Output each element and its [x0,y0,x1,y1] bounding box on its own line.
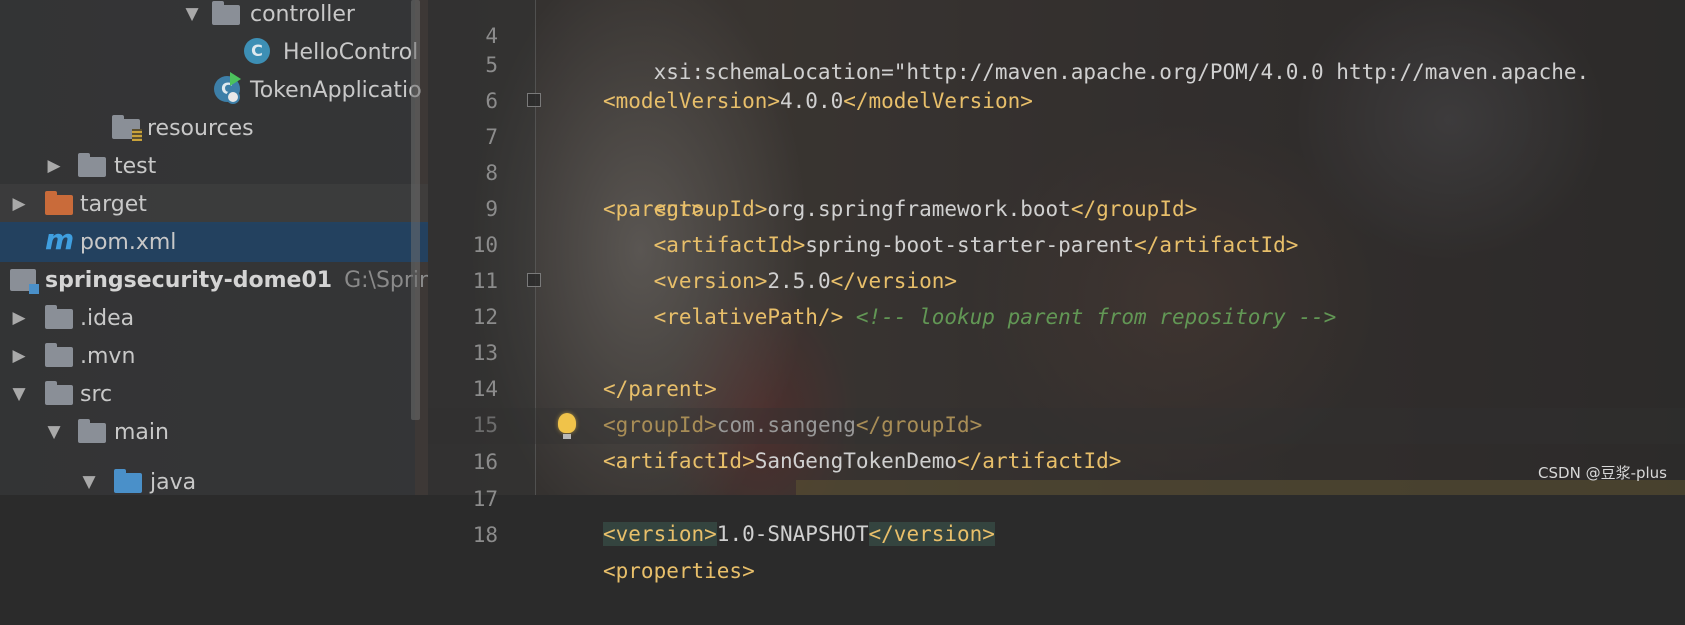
code-line: 11 <relativePath/> <!-- lookup parent fr… [428,227,1685,329]
tree-item-target[interactable]: ▶ target [0,184,428,224]
fold-marker-icon[interactable] [527,93,541,107]
java-class-icon: C [244,38,272,64]
code-line: 13 [428,299,1685,365]
folder-icon [78,153,106,178]
spring-boot-application-icon: C [214,72,242,104]
folder-icon [212,1,240,26]
tree-item-pom-xml[interactable]: m pom.xml [0,222,428,262]
chevron-right-icon[interactable]: ▶ [8,346,30,366]
tree-item-controller[interactable]: ▼ controller [0,0,428,34]
tree-item-label: pom.xml [80,229,177,255]
folder-icon [45,305,73,330]
lightbulb-icon[interactable] [558,413,576,439]
tree-item-label: HelloControl [283,39,419,65]
fold-marker-icon[interactable] [527,273,541,287]
tree-scrollbar[interactable] [411,0,420,420]
code-line: 15 <artifactId>SanGengTokenDemo</artifac… [428,371,1685,473]
resources-folder-icon [112,115,142,141]
tree-item-label: .idea [80,305,135,331]
code-line: 12 </parent> [428,263,1685,401]
folder-icon [45,381,73,406]
tree-item-label: src [80,381,113,407]
tree-item-hello-controller[interactable]: C HelloControl [0,32,428,72]
code-line: 9 <artifactId>spring-boot-starter-parent… [428,155,1685,257]
tree-item-label: resources [147,115,254,141]
code-text: <version>1.0-SNAPSHOT</version> [603,516,995,552]
tree-item-main[interactable]: ▼ main [0,412,428,452]
code-line: 8 <groupId>org.springframework.boot</gro… [428,119,1685,221]
watermark: CSDN @豆浆-plus [1538,464,1667,482]
tree-item-label: main [114,419,169,445]
chevron-down-icon[interactable]: ▼ [181,4,203,24]
code-line: 14 <groupId>com.sangeng</groupId> [428,335,1685,437]
xml-tag-highlighted: </version> [868,522,995,546]
tree-item-label: target [80,191,147,217]
project-tree-panel: ▼ controller C HelloControl C TokenAppli… [0,0,428,495]
xml-tag: <properties> [603,559,755,583]
tree-item-label: .mvn [80,343,136,369]
source-folder-icon [114,469,142,494]
tree-item-label: java [150,469,197,495]
folder-icon [45,343,73,368]
code-line: 17 [428,445,1685,511]
chevron-down-icon[interactable]: ▼ [78,472,100,492]
chevron-down-icon[interactable]: ▼ [43,422,65,442]
tree-item-mvn[interactable]: ▶ .mvn [0,336,428,376]
code-line-current: 16 <version>1.0-SNAPSHOT</version> [428,408,1685,546]
line-number: 18 [472,523,498,547]
tree-item-resources[interactable]: resources [0,108,428,148]
tree-item-idea[interactable]: ▶ .idea [0,298,428,338]
tree-item-label: TokenApplicatio [250,77,422,103]
chevron-right-icon[interactable]: ▶ [8,308,30,328]
code-line: 5 <modelVersion>4.0.0</modelVersion> [428,11,1685,113]
code-line: 7 <parent> [428,83,1685,221]
chevron-right-icon[interactable]: ▶ [8,194,30,214]
project-root-label: springsecurity-dome01G:\Spring [45,268,428,293]
tree-item-token-application[interactable]: C TokenApplicatio [0,70,428,110]
tree-item-project-root[interactable]: springsecurity-dome01G:\Spring [0,260,428,300]
tree-item-test[interactable]: ▶ test [0,146,428,186]
project-name: springsecurity-dome01 [45,267,333,293]
tree-item-src[interactable]: ▼ src [0,374,428,414]
tree-item-label: test [114,153,157,179]
folder-icon [78,419,106,444]
tree-item-java[interactable]: ▼ java [0,462,428,502]
xml-value: 1.0-SNAPSHOT [716,522,869,546]
code-line: 6 [428,47,1685,113]
maven-icon: m [45,223,75,256]
code-editor[interactable]: 4 xsi:schemaLocation="http://maven.apach… [428,0,1685,583]
tree-item-label: controller [250,1,355,27]
code-text: <properties> [603,553,755,589]
module-icon [10,269,39,294]
excluded-folder-icon [45,191,73,216]
chevron-right-icon[interactable]: ▶ [43,156,65,176]
xml-tag-highlighted: <version> [603,522,717,546]
chevron-down-icon[interactable]: ▼ [8,384,30,404]
code-line: 10 <version>2.5.0</version> [428,191,1685,293]
